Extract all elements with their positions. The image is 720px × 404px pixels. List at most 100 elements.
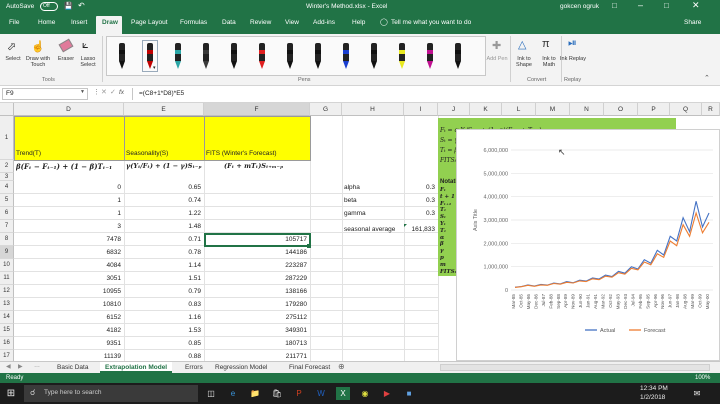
cell-e-value[interactable]: 0.88: [124, 350, 204, 361]
worksheet-grid[interactable]: D E F G H I J K L M N O P Q R 1 2 3 4567…: [0, 103, 720, 361]
sheet-tab-errors[interactable]: Errors: [180, 362, 208, 373]
pen-icon[interactable]: [367, 41, 381, 71]
ribbon-options-icon[interactable]: □: [612, 1, 617, 10]
row-header[interactable]: 10: [0, 259, 14, 272]
cell-e-value[interactable]: 1.14: [124, 259, 204, 272]
ink-replay-icon[interactable]: ⏯: [568, 37, 577, 50]
col-header-m[interactable]: M: [536, 103, 570, 116]
row-header[interactable]: 9: [0, 246, 14, 259]
cell-d-value[interactable]: 6152: [14, 311, 124, 324]
cell-f-value[interactable]: 144186: [204, 246, 310, 259]
more-sheets-icon[interactable]: …: [34, 363, 40, 369]
share-button[interactable]: Share: [684, 19, 701, 26]
cell-f-value[interactable]: 275112: [204, 311, 310, 324]
horizontal-scrollbar[interactable]: [440, 364, 710, 371]
pen-icon[interactable]: [395, 41, 409, 71]
cell-f-value[interactable]: 180713: [204, 337, 310, 350]
param-alpha-value[interactable]: 0.3: [404, 181, 438, 194]
cell-e-value[interactable]: 0.79: [124, 285, 204, 298]
zoom-level[interactable]: 100%: [695, 373, 710, 383]
select-icon[interactable]: ⬀: [7, 40, 16, 53]
formula-input[interactable]: =(C8+1*D8)*E5: [132, 88, 716, 100]
row-header[interactable]: 13: [0, 298, 14, 311]
row-header[interactable]: 6: [0, 207, 14, 220]
col-header-j[interactable]: J: [438, 103, 470, 116]
autosave-toggle[interactable]: Off: [40, 2, 58, 11]
cell-f-value[interactable]: [204, 194, 310, 207]
pen-icon[interactable]: [227, 41, 241, 71]
maximize-icon[interactable]: □: [664, 1, 669, 10]
sheet-tab-basic-data[interactable]: Basic Data: [52, 362, 93, 373]
fill-handle[interactable]: [307, 244, 311, 248]
new-sheet-icon[interactable]: ⊕: [338, 362, 345, 371]
cell-d-value[interactable]: 10955: [14, 285, 124, 298]
cell-d-value[interactable]: 3051: [14, 272, 124, 285]
ink-replay-button[interactable]: Ink Replay: [560, 56, 586, 62]
col-header-e[interactable]: E: [124, 103, 204, 116]
draw-touch-button[interactable]: Draw with Touch: [22, 56, 54, 68]
cell-d-value[interactable]: 7478: [14, 233, 124, 246]
pen-icon[interactable]: [423, 41, 437, 71]
pen-dropdown-icon[interactable]: ▾: [153, 65, 156, 71]
cell-d-value[interactable]: 9351: [14, 337, 124, 350]
name-box[interactable]: F9: [2, 88, 88, 100]
word-icon[interactable]: W: [314, 387, 328, 400]
file-explorer-icon[interactable]: 📁: [248, 387, 262, 400]
eraser-icon[interactable]: [58, 38, 74, 53]
ink-to-shape-icon[interactable]: △: [518, 38, 526, 51]
powerpoint-icon[interactable]: P: [292, 387, 306, 400]
param-beta-value[interactable]: 0.3: [404, 194, 438, 207]
cell-d-value[interactable]: 1: [14, 194, 124, 207]
pen-icon[interactable]: [339, 41, 353, 71]
cell-d-value[interactable]: 10810: [14, 298, 124, 311]
cell-e-value[interactable]: 0.78: [124, 246, 204, 259]
col-header-k[interactable]: K: [470, 103, 502, 116]
tab-insert[interactable]: Insert: [71, 19, 87, 26]
pen-icon[interactable]: ▾: [142, 40, 158, 72]
cell-d-value[interactable]: 4182: [14, 324, 124, 337]
name-box-dropdown-icon[interactable]: ▼: [80, 89, 85, 95]
tab-help[interactable]: Help: [352, 19, 365, 26]
cell-f-value[interactable]: 138166: [204, 285, 310, 298]
row-header[interactable]: 11: [0, 272, 14, 285]
media-icon[interactable]: ▶: [380, 387, 394, 400]
row-header[interactable]: 8: [0, 233, 14, 246]
col-header-q[interactable]: Q: [670, 103, 702, 116]
close-icon[interactable]: ✕: [692, 0, 700, 11]
col-header-d[interactable]: D: [14, 103, 124, 116]
enter-icon[interactable]: ✓: [110, 88, 116, 96]
cell-e-value[interactable]: 0.85: [124, 337, 204, 350]
cell-d-value[interactable]: 6832: [14, 246, 124, 259]
user-name[interactable]: gokcen ogruk: [560, 3, 599, 10]
chart-area[interactable]: 0 1,000,000 2,000,000 3,000,000 4,000,000 5,0…: [456, 129, 720, 361]
pen-icon[interactable]: [171, 41, 185, 71]
row-header[interactable]: 5: [0, 194, 14, 207]
cell-f-value[interactable]: 287229: [204, 272, 310, 285]
cell-e-value[interactable]: 1.51: [124, 272, 204, 285]
ink-to-shape-button[interactable]: Ink to Shape: [510, 56, 538, 68]
param-gamma-value[interactable]: 0.3: [404, 207, 438, 220]
sheet-tab-final-forecast[interactable]: Final Forecast: [284, 362, 335, 373]
col-header-p[interactable]: P: [638, 103, 670, 116]
minimize-icon[interactable]: –: [638, 0, 643, 10]
app-icon[interactable]: ■: [402, 387, 416, 400]
row-header[interactable]: 7: [0, 220, 14, 233]
select-all-corner[interactable]: [0, 103, 14, 116]
col-header-i[interactable]: I: [404, 103, 438, 116]
cell-d-value[interactable]: 4084: [14, 259, 124, 272]
tab-page-layout[interactable]: Page Layout: [131, 19, 168, 26]
row-header[interactable]: 4: [0, 181, 14, 194]
insert-function-icon[interactable]: fx: [119, 89, 124, 96]
cell-e-value[interactable]: 0.65: [124, 181, 204, 194]
cell-f-value[interactable]: 349301: [204, 324, 310, 337]
clock-date[interactable]: 1/2/2018: [640, 394, 665, 401]
cell-f-value[interactable]: 211771: [204, 350, 310, 361]
tab-draw[interactable]: Draw: [102, 19, 118, 26]
undo-icon[interactable]: ↶: [78, 1, 85, 10]
cell-d-value[interactable]: 0: [14, 181, 124, 194]
pen-icon[interactable]: [115, 41, 129, 71]
cell-e-value[interactable]: 0.83: [124, 298, 204, 311]
excel-icon[interactable]: X: [336, 387, 350, 400]
tab-view[interactable]: View: [285, 19, 299, 26]
cell-f-value[interactable]: [204, 181, 310, 194]
